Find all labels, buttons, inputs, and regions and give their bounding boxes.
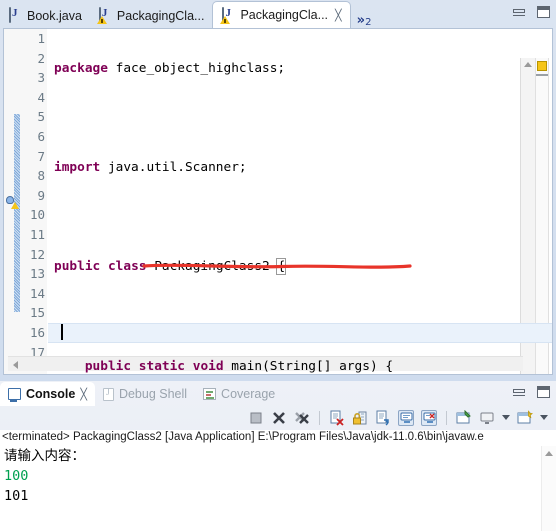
line-number: 9 bbox=[37, 187, 45, 203]
debug-shell-icon bbox=[102, 387, 114, 401]
word-wrap-icon[interactable] bbox=[375, 410, 391, 426]
source-code: package face_object_highclass; import ja… bbox=[48, 29, 552, 374]
line-number: 4 bbox=[37, 89, 45, 105]
console-tab-label: Debug Shell bbox=[118, 387, 188, 401]
minimize-icon[interactable] bbox=[513, 8, 525, 16]
text-caret bbox=[61, 324, 63, 340]
maximize-icon[interactable] bbox=[537, 6, 550, 18]
java-file-warning-icon bbox=[220, 6, 236, 24]
tab-coverage[interactable]: Coverage bbox=[195, 382, 283, 406]
line-number: 13 bbox=[29, 266, 45, 282]
tab-console[interactable]: Console ╳ bbox=[0, 382, 95, 406]
line-number: 5 bbox=[37, 109, 45, 125]
minimize-icon[interactable] bbox=[513, 388, 525, 396]
console-icon bbox=[8, 388, 21, 402]
line-number: 7 bbox=[37, 148, 45, 164]
scroll-left-arrow-icon[interactable] bbox=[13, 361, 18, 369]
console-output-text: 请输入内容： 100 101 bbox=[0, 446, 556, 506]
display-selected-console-menu-icon[interactable] bbox=[502, 415, 510, 420]
hidden-tab-count: 2 bbox=[365, 17, 372, 28]
remove-launch-icon[interactable] bbox=[271, 410, 287, 426]
line-number: 11 bbox=[29, 226, 45, 242]
editor-tab-bar: Book.java PackagingCla... PackagingCla..… bbox=[0, 0, 556, 28]
editor-marker-gutter[interactable] bbox=[4, 29, 20, 374]
remove-all-terminated-icon[interactable] bbox=[294, 410, 310, 426]
toolbar-separator bbox=[446, 410, 447, 425]
editor-tab-label: PackagingCla... bbox=[116, 8, 205, 23]
console-tab-label: Console bbox=[26, 387, 76, 401]
line-number-ruler: 1 2 3 4 5 6 7 8 9 10 11 12 13 14 15 16 1… bbox=[20, 29, 48, 374]
java-file-icon bbox=[9, 7, 23, 23]
code-line: package face_object_highclass; bbox=[54, 61, 286, 76]
line-number: 8 bbox=[37, 168, 45, 184]
editor-tab-book-java[interactable]: Book.java bbox=[0, 3, 90, 28]
maximize-icon[interactable] bbox=[537, 386, 550, 398]
line-number: 15 bbox=[29, 305, 45, 321]
line-number: 14 bbox=[29, 285, 45, 301]
pin-console-icon[interactable] bbox=[456, 409, 472, 426]
java-file-warning-icon bbox=[96, 7, 113, 24]
console-line-input: 100 bbox=[4, 468, 29, 484]
close-icon[interactable]: ╳ bbox=[335, 9, 342, 22]
open-console-icon[interactable] bbox=[517, 410, 533, 426]
code-text-area[interactable]: package face_object_highclass; import ja… bbox=[48, 29, 552, 374]
console-window-controls bbox=[513, 386, 550, 398]
eclipse-window: Book.java PackagingCla... PackagingCla..… bbox=[0, 0, 556, 531]
line-number: 6 bbox=[37, 128, 45, 144]
code-line: import java.util.Scanner; bbox=[54, 160, 247, 176]
console-vertical-scrollbar[interactable] bbox=[541, 446, 556, 531]
editor-part: Book.java PackagingCla... PackagingCla..… bbox=[0, 0, 556, 381]
editor-tab-packagingclass[interactable]: PackagingCla... bbox=[90, 3, 213, 28]
line-number: 2 bbox=[37, 50, 45, 66]
show-console-on-error-icon[interactable] bbox=[421, 409, 437, 426]
more-tabs-button[interactable]: » 2 bbox=[351, 11, 377, 28]
tab-debug-shell[interactable]: Debug Shell bbox=[95, 382, 195, 406]
editor-tab-label: Book.java bbox=[27, 8, 82, 23]
console-tab-label: Coverage bbox=[221, 387, 276, 401]
console-tab-bar: Console ╳ Debug Shell Coverage bbox=[0, 381, 556, 406]
console-toolbar bbox=[0, 405, 556, 430]
show-console-on-output-icon[interactable] bbox=[398, 409, 414, 426]
warning-marker-icon[interactable] bbox=[5, 195, 19, 209]
clear-console-icon[interactable] bbox=[329, 410, 345, 426]
editor-window-controls bbox=[513, 6, 550, 18]
console-output-area[interactable]: <terminated> PackagingClass2 [Java Appli… bbox=[0, 430, 556, 531]
scroll-lock-icon[interactable] bbox=[352, 410, 368, 426]
console-line-prompt: 请输入内容： bbox=[4, 448, 85, 464]
scroll-up-arrow-icon[interactable] bbox=[545, 451, 553, 456]
close-icon[interactable]: ╳ bbox=[80, 388, 87, 401]
launch-configuration-label: <terminated> PackagingClass2 [Java Appli… bbox=[2, 431, 484, 443]
terminate-icon[interactable] bbox=[248, 410, 264, 426]
open-console-menu-icon[interactable] bbox=[540, 415, 548, 420]
console-part: Console ╳ Debug Shell Coverage bbox=[0, 381, 556, 531]
editor-tab-label: PackagingCla... bbox=[240, 8, 329, 22]
red-underline-annotation bbox=[142, 263, 412, 269]
display-selected-console-icon[interactable] bbox=[479, 410, 495, 426]
line-number: 10 bbox=[29, 207, 45, 223]
editor-tab-packagingclass2-active[interactable]: PackagingCla... ╳ bbox=[212, 1, 351, 28]
code-editor[interactable]: 1 2 3 4 5 6 7 8 9 10 11 12 13 14 15 16 1… bbox=[3, 28, 553, 375]
coverage-icon bbox=[203, 388, 217, 400]
line-number: 1 bbox=[37, 31, 45, 46]
console-line-result: 101 bbox=[4, 488, 29, 504]
line-number: 12 bbox=[29, 246, 45, 262]
code-line: public static void main(String[] args) { bbox=[84, 358, 394, 374]
change-bar bbox=[14, 114, 20, 312]
chevron-double-right-icon: » bbox=[356, 13, 366, 28]
toolbar-separator bbox=[319, 410, 320, 425]
line-number: 3 bbox=[37, 70, 45, 86]
line-number: 16 bbox=[29, 324, 45, 340]
